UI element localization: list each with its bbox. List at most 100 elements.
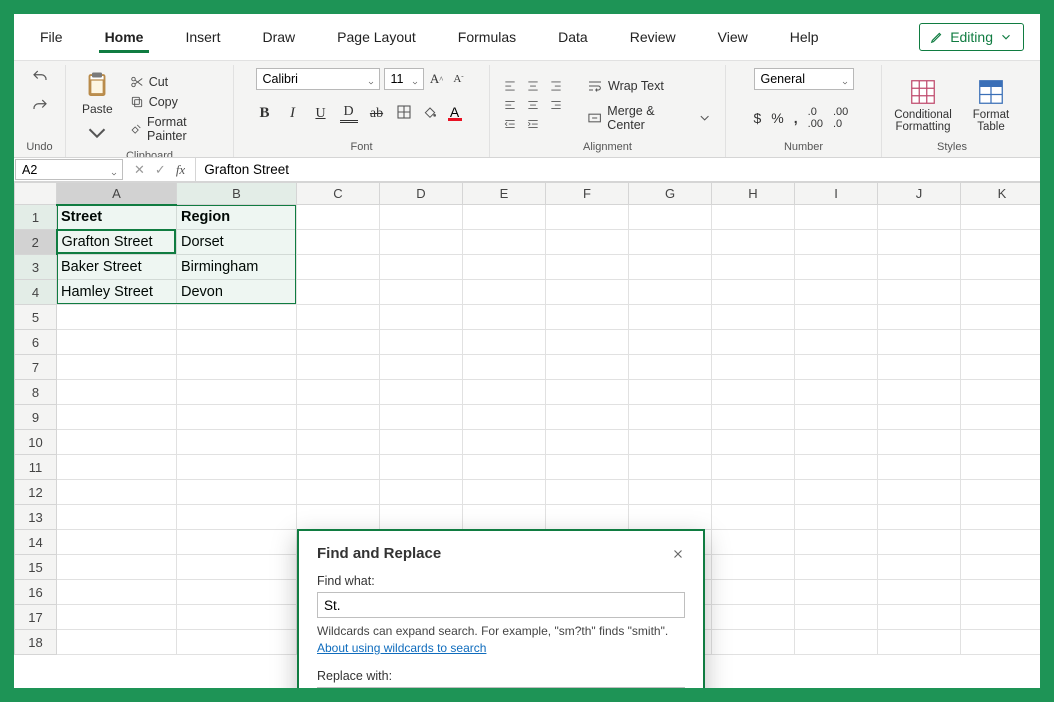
- column-header-K[interactable]: K: [961, 183, 1041, 205]
- wildcard-help-link[interactable]: About using wildcards to search: [317, 641, 486, 655]
- column-header-I[interactable]: I: [795, 183, 878, 205]
- cell-I4[interactable]: [795, 280, 878, 305]
- cell-C10[interactable]: [297, 430, 380, 455]
- cell-J14[interactable]: [878, 530, 961, 555]
- enter-formula-button[interactable]: ✓: [155, 162, 166, 178]
- row-header-10[interactable]: 10: [15, 430, 57, 455]
- cell-K7[interactable]: [961, 355, 1041, 380]
- cell-H1[interactable]: [712, 205, 795, 230]
- cell-D1[interactable]: [380, 205, 463, 230]
- conditional-formatting-button[interactable]: Conditional Formatting: [888, 75, 958, 135]
- increase-indent-button[interactable]: [523, 116, 543, 132]
- cell-E5[interactable]: [463, 305, 546, 330]
- cell-B10[interactable]: [177, 430, 297, 455]
- cell-B11[interactable]: [177, 455, 297, 480]
- cell-C5[interactable]: [297, 305, 380, 330]
- tab-help[interactable]: Help: [774, 19, 835, 55]
- cell-A9[interactable]: [57, 405, 177, 430]
- fx-icon[interactable]: fx: [176, 162, 185, 178]
- cancel-formula-button[interactable]: ✕: [134, 162, 145, 178]
- cell-B5[interactable]: [177, 305, 297, 330]
- cell-B13[interactable]: [177, 505, 297, 530]
- cell-J9[interactable]: [878, 405, 961, 430]
- cell-D3[interactable]: [380, 255, 463, 280]
- row-header-8[interactable]: 8: [15, 380, 57, 405]
- cell-C11[interactable]: [297, 455, 380, 480]
- cell-G12[interactable]: [629, 480, 712, 505]
- cell-G11[interactable]: [629, 455, 712, 480]
- cell-A6[interactable]: [57, 330, 177, 355]
- cell-I7[interactable]: [795, 355, 878, 380]
- cell-K2[interactable]: [961, 230, 1041, 255]
- cell-J13[interactable]: [878, 505, 961, 530]
- row-header-16[interactable]: 16: [15, 580, 57, 605]
- cell-A2[interactable]: Grafton Street: [57, 230, 177, 255]
- decrease-font-button[interactable]: Aˇ: [450, 70, 468, 88]
- cell-H8[interactable]: [712, 380, 795, 405]
- align-middle-button[interactable]: [523, 78, 543, 94]
- cell-A13[interactable]: [57, 505, 177, 530]
- cell-K16[interactable]: [961, 580, 1041, 605]
- cell-E8[interactable]: [463, 380, 546, 405]
- cell-A14[interactable]: [57, 530, 177, 555]
- accounting-format-button[interactable]: $: [754, 110, 762, 126]
- cell-J7[interactable]: [878, 355, 961, 380]
- row-header-12[interactable]: 12: [15, 480, 57, 505]
- cell-A8[interactable]: [57, 380, 177, 405]
- cell-I18[interactable]: [795, 630, 878, 655]
- find-input[interactable]: [317, 592, 685, 618]
- cell-B9[interactable]: [177, 405, 297, 430]
- cell-D9[interactable]: [380, 405, 463, 430]
- cell-G2[interactable]: [629, 230, 712, 255]
- cell-J15[interactable]: [878, 555, 961, 580]
- cell-K4[interactable]: [961, 280, 1041, 305]
- tab-insert[interactable]: Insert: [169, 19, 236, 55]
- undo-button[interactable]: [30, 68, 50, 89]
- column-header-D[interactable]: D: [380, 183, 463, 205]
- dialog-close-button[interactable]: [671, 547, 685, 561]
- cell-K12[interactable]: [961, 480, 1041, 505]
- cell-I1[interactable]: [795, 205, 878, 230]
- cell-E12[interactable]: [463, 480, 546, 505]
- tab-view[interactable]: View: [702, 19, 764, 55]
- cell-F12[interactable]: [546, 480, 629, 505]
- cell-C4[interactable]: [297, 280, 380, 305]
- cell-G3[interactable]: [629, 255, 712, 280]
- cell-H6[interactable]: [712, 330, 795, 355]
- cell-D5[interactable]: [380, 305, 463, 330]
- tab-review[interactable]: Review: [614, 19, 692, 55]
- cell-A7[interactable]: [57, 355, 177, 380]
- align-center-button[interactable]: [523, 97, 543, 113]
- cell-J2[interactable]: [878, 230, 961, 255]
- cell-A15[interactable]: [57, 555, 177, 580]
- cell-I5[interactable]: [795, 305, 878, 330]
- cell-A10[interactable]: [57, 430, 177, 455]
- font-size-select[interactable]: 11: [384, 68, 424, 90]
- cell-J5[interactable]: [878, 305, 961, 330]
- cell-I15[interactable]: [795, 555, 878, 580]
- select-all-corner[interactable]: [15, 183, 57, 205]
- cell-B15[interactable]: [177, 555, 297, 580]
- copy-button[interactable]: Copy: [127, 93, 181, 111]
- cell-F2[interactable]: [546, 230, 629, 255]
- cell-J11[interactable]: [878, 455, 961, 480]
- cell-H16[interactable]: [712, 580, 795, 605]
- cell-I2[interactable]: [795, 230, 878, 255]
- cell-H11[interactable]: [712, 455, 795, 480]
- align-left-button[interactable]: [500, 97, 520, 113]
- cell-K1[interactable]: [961, 205, 1041, 230]
- cell-H2[interactable]: [712, 230, 795, 255]
- row-header-17[interactable]: 17: [15, 605, 57, 630]
- paste-button[interactable]: Paste: [76, 68, 119, 150]
- number-format-select[interactable]: General: [754, 68, 854, 90]
- cell-A1[interactable]: Street: [57, 205, 177, 230]
- cut-button[interactable]: Cut: [127, 73, 171, 91]
- cell-C2[interactable]: [297, 230, 380, 255]
- cell-F5[interactable]: [546, 305, 629, 330]
- cell-J6[interactable]: [878, 330, 961, 355]
- cell-D12[interactable]: [380, 480, 463, 505]
- editing-mode-button[interactable]: Editing: [919, 23, 1024, 51]
- cell-F9[interactable]: [546, 405, 629, 430]
- cell-H18[interactable]: [712, 630, 795, 655]
- row-header-1[interactable]: 1: [15, 205, 57, 230]
